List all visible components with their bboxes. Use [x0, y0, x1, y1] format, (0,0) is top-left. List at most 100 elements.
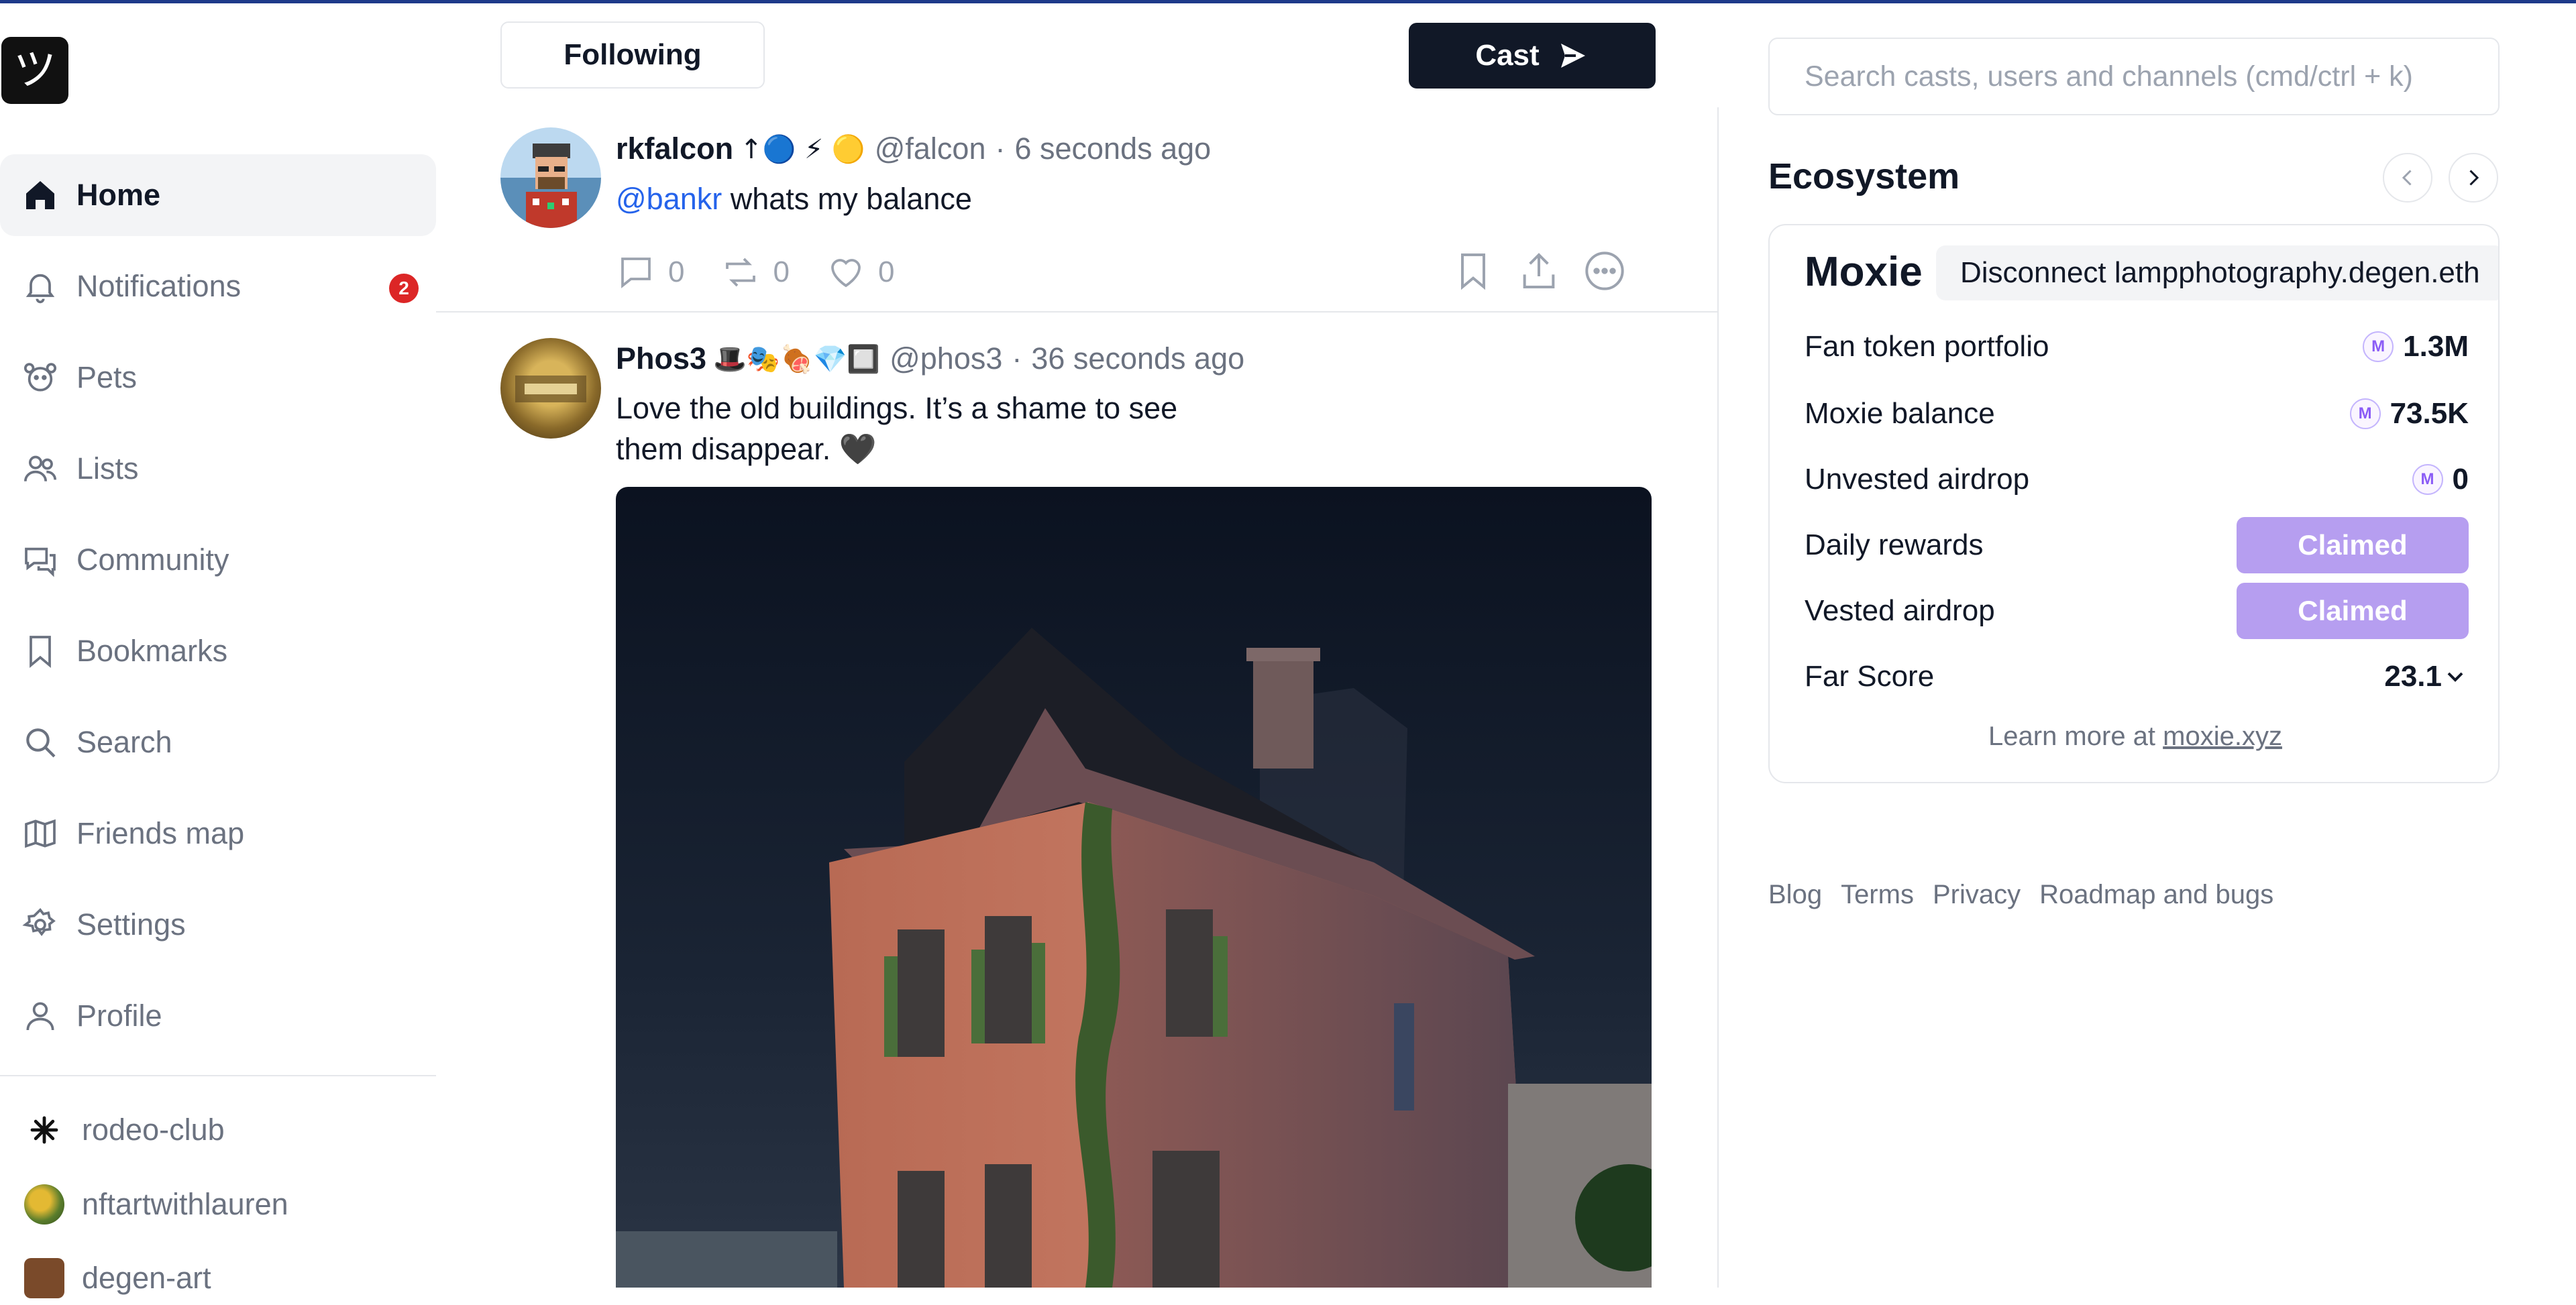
channel-item-rodeo-club[interactable]: rodeo-club — [24, 1103, 225, 1157]
recast-count: 0 — [773, 256, 790, 288]
moxie-coin-icon: M — [2363, 331, 2394, 362]
post-image[interactable] — [616, 487, 1652, 1288]
learn-more-prefix: Learn more at — [1988, 722, 2163, 751]
search-placeholder: Search casts, users and channels (cmd/ct… — [1805, 60, 2413, 93]
channel-item-nftartwithlauren[interactable]: nftartwithlauren — [24, 1178, 288, 1231]
sidebar-item-bookmarks[interactable]: Bookmarks — [0, 610, 436, 692]
meta-separator: · — [1012, 341, 1022, 376]
post-text: Love the old buildings. It’s a shame to … — [616, 388, 1177, 469]
post-actions: 0 0 0 — [616, 252, 930, 292]
recast-button[interactable]: 0 — [720, 252, 790, 292]
post-header: Phos3 🎩🎭🍖💎🔲 @phos3 · 36 seconds ago — [616, 341, 1244, 376]
sidebar-item-community[interactable]: Community — [0, 519, 436, 601]
share-icon[interactable] — [1517, 249, 1560, 292]
notification-count-badge: 2 — [389, 274, 419, 303]
daily-rewards-claimed-button[interactable]: Claimed — [2237, 517, 2469, 573]
pixel-avatar-image — [526, 144, 577, 228]
cast-button-label: Cast — [1475, 39, 1540, 72]
ecosystem-prev-button[interactable] — [2383, 153, 2432, 203]
user-icon — [21, 997, 59, 1035]
row-value: M 0 — [2412, 463, 2469, 496]
post-author-name[interactable]: rkfalcon — [616, 131, 733, 166]
post-text-line: them disappear. 🖤 — [616, 432, 877, 466]
post-timestamp[interactable]: 36 seconds ago — [1031, 341, 1244, 376]
channel-label: rodeo-club — [82, 1113, 225, 1147]
channel-avatar — [24, 1258, 64, 1298]
sidebar-item-friends-map[interactable]: Friends map — [0, 793, 436, 874]
row-value: M 1.3M — [2363, 330, 2469, 363]
post-author-handle[interactable]: @falcon — [875, 131, 986, 166]
column-divider — [1717, 107, 1719, 1288]
moxie-coin-icon: M — [2349, 398, 2381, 429]
row-value: M 73.5K — [2349, 397, 2469, 431]
chevron-right-icon — [2469, 170, 2479, 186]
post-text: @bankr whats my balance — [616, 178, 972, 219]
row-label: Moxie balance — [1805, 397, 1995, 430]
moxie-card-title: Moxie — [1805, 249, 1923, 295]
meta-separator: · — [995, 131, 1006, 166]
recast-icon — [726, 258, 756, 287]
phos3-logo-image — [515, 376, 586, 402]
mention-link[interactable]: @bankr — [616, 182, 722, 216]
sidebar-item-label: Friends map — [76, 816, 245, 850]
moxie-link[interactable]: moxie.xyz — [2163, 722, 2282, 751]
paw-icon — [21, 359, 59, 396]
channel-avatar — [24, 1184, 64, 1225]
footer-link-roadmap[interactable]: Roadmap and bugs — [2039, 880, 2273, 910]
reply-button[interactable]: 0 — [616, 252, 684, 292]
fan-token-value: 1.3M — [2403, 330, 2469, 363]
sidebar-item-profile[interactable]: Profile — [0, 975, 436, 1057]
unvested-airdrop-value: 0 — [2452, 463, 2469, 496]
row-label: Fan token portfolio — [1805, 330, 2049, 363]
channel-item-degen-art[interactable]: degen-art — [24, 1251, 211, 1305]
footer-link-terms[interactable]: Terms — [1841, 880, 1914, 910]
comment-icon — [621, 258, 651, 288]
bookmark-icon[interactable] — [1452, 249, 1495, 292]
sidebar-item-settings[interactable]: Settings — [0, 884, 436, 966]
more-options-icon[interactable] — [1583, 249, 1626, 292]
bell-icon — [21, 268, 59, 305]
sidebar-item-label: Bookmarks — [76, 634, 228, 668]
ecosystem-title: Ecosystem — [1768, 156, 1960, 196]
post-author-avatar[interactable] — [500, 127, 601, 228]
row-label: Daily rewards — [1805, 528, 1984, 561]
author-badges: ↑🔵 ⚡ 🟡 — [740, 133, 865, 165]
like-button[interactable]: 0 — [826, 252, 894, 292]
sidebar-item-pets[interactable]: Pets — [0, 337, 436, 418]
far-score-value: 23.1 — [2384, 660, 2442, 693]
home-icon — [21, 176, 59, 214]
send-icon — [1560, 44, 1585, 68]
learn-more-text: Learn more at moxie.xyz — [1770, 722, 2498, 752]
sidebar-item-home[interactable]: Home — [0, 154, 436, 236]
vested-airdrop-claimed-button[interactable]: Claimed — [2237, 583, 2469, 639]
moxie-row-far-score: Far Score 23.1 — [1805, 646, 2469, 707]
post-secondary-actions — [1429, 249, 1626, 292]
ecosystem-next-button[interactable] — [2449, 153, 2498, 203]
sidebar-item-notifications[interactable]: Notifications 2 — [0, 245, 436, 327]
footer-link-blog[interactable]: Blog — [1768, 880, 1822, 910]
following-tab-button[interactable]: Following — [500, 21, 765, 89]
author-badges: 🎩🎭🍖💎🔲 — [713, 343, 881, 375]
global-search-input[interactable]: Search casts, users and channels (cmd/ct… — [1768, 38, 2500, 115]
moxie-balance-value: 73.5K — [2390, 397, 2469, 430]
gear-icon — [21, 906, 59, 944]
like-count: 0 — [877, 256, 895, 288]
sidebar-item-search[interactable]: Search — [0, 701, 436, 783]
post-header: rkfalcon ↑🔵 ⚡ 🟡 @falcon · 6 seconds ago — [616, 131, 1211, 166]
footer-link-privacy[interactable]: Privacy — [1933, 880, 2021, 910]
app-logo[interactable]: ツ — [1, 37, 68, 104]
channel-label: nftartwithlauren — [82, 1187, 288, 1221]
post-author-handle[interactable]: @phos3 — [890, 341, 1002, 376]
far-score-dropdown[interactable]: 23.1 — [2384, 660, 2469, 693]
cast-button[interactable]: Cast — [1409, 23, 1656, 89]
disconnect-wallet-button[interactable]: Disconnect lampphotography.degen.eth — [1936, 245, 2498, 300]
sidebar-item-label: Home — [76, 178, 161, 212]
sidebar-item-lists[interactable]: Lists — [0, 428, 436, 510]
moxie-row-daily-rewards: Daily rewards Claimed — [1805, 515, 2469, 575]
chevron-down-icon — [2447, 672, 2463, 682]
post-author-name[interactable]: Phos3 — [616, 341, 706, 376]
post-timestamp[interactable]: 6 seconds ago — [1014, 131, 1211, 166]
post-author-avatar[interactable] — [500, 338, 601, 439]
footer-links: Blog Terms Privacy Roadmap and bugs — [1768, 880, 2292, 910]
heart-icon — [831, 259, 861, 288]
